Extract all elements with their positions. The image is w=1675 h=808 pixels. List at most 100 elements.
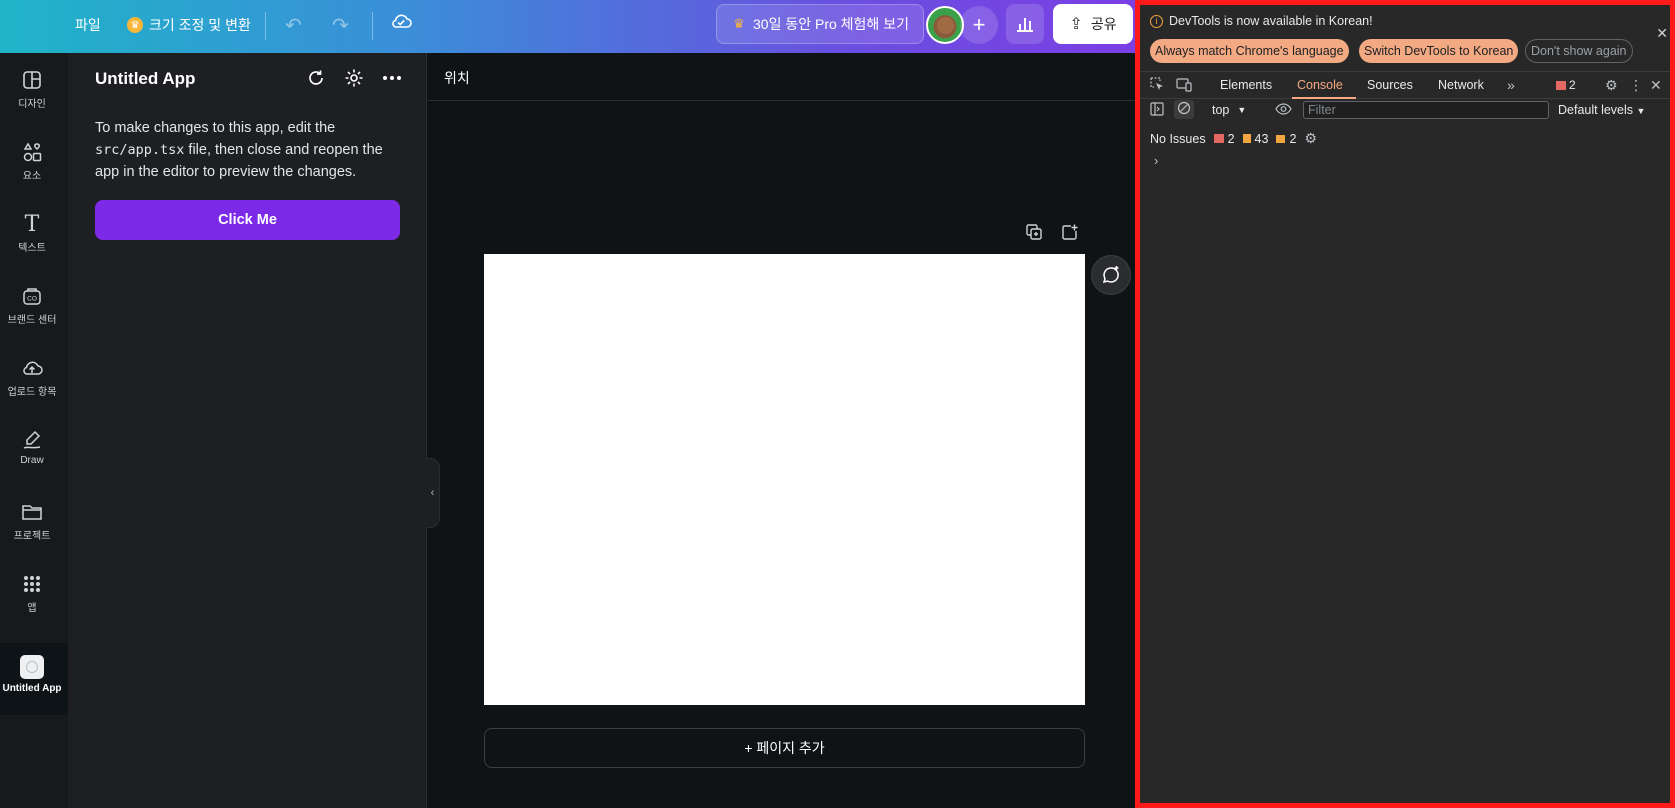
banner-text: DevTools is now available in Korean! [1169,14,1373,28]
resize-label: 크기 조정 및 변환 [149,17,251,33]
tab-sources[interactable]: Sources [1367,78,1413,92]
app-panel: Untitled App To make changes to this app… [68,53,427,808]
rail-item-label: 업로드 항목 [7,387,57,398]
language-banner: i DevTools is now available in Korean! [1150,14,1373,28]
pro-trial-button[interactable]: ♛ 30일 동안 Pro 체험해 보기 [716,4,924,44]
design-page[interactable] [484,254,1085,705]
console-prompt[interactable]: › [1154,153,1158,168]
svg-text:CO: CO [27,296,37,303]
avatar[interactable] [926,6,964,44]
add-page-button[interactable]: + 페이지 추가 [484,728,1085,768]
more-icon[interactable] [381,67,403,89]
share-label: 공유 [1090,16,1117,32]
rail-item-label: 디자인 [18,99,46,110]
menu-hamburger-icon[interactable] [22,14,44,36]
resize-button[interactable]: ♛ 크기 조정 및 변환 [127,15,251,35]
add-page-icon[interactable] [1061,223,1079,241]
devtools-panel: i DevTools is now available in Korean! ✕… [1135,0,1675,808]
switch-korean-button[interactable]: Switch DevTools to Korean [1359,39,1519,63]
divider [372,12,373,40]
rail-item-apps[interactable]: 앱 [0,573,64,614]
editor-topbar: 파일 ♛ 크기 조정 및 변환 ↶ ↷ ♛ 30일 동안 Pro 체험해 보기 … [0,0,1135,53]
device-toolbar-icon[interactable] [1176,77,1192,95]
tab-elements[interactable]: Elements [1220,78,1272,92]
upload-icon: ⇪ [1069,16,1083,33]
upload-icon [21,357,43,379]
close-devtools-icon[interactable]: ✕ [1650,77,1662,94]
kebab-menu-icon[interactable]: ⋮ [1629,77,1643,94]
issues-bar: No Issues 2 43 2 ⚙ [1150,130,1317,147]
gear-icon[interactable] [343,67,365,89]
issue-errors[interactable]: 2 [1213,132,1235,146]
info-icon: i [1150,14,1163,28]
context-select[interactable]: top ▼ [1212,103,1246,117]
error-count-badge[interactable]: 2 [1556,78,1576,92]
pro-trial-label: 30일 동안 Pro 체험해 보기 [753,16,909,32]
rail-item-label: Draw [20,455,44,466]
rail-item-elements[interactable]: 요소 [0,141,64,182]
gear-icon[interactable]: ⚙ [1605,77,1618,94]
page-tools [1025,223,1079,241]
tab-network[interactable]: Network [1438,78,1484,92]
close-icon[interactable]: ✕ [1656,25,1668,42]
crown-icon: ♛ [733,16,745,31]
devtools-tabbar: Elements Console Sources Network » 2 ⚙ ⋮… [1140,71,1670,99]
rail-item-draw[interactable]: Draw [0,429,64,466]
rail-item-design[interactable]: 디자인 [0,69,64,110]
filter-input[interactable] [1303,101,1549,119]
rail-item-brand[interactable]: CO 브랜드 센터 [0,285,64,326]
sidebar-toggle-icon[interactable] [1150,102,1164,119]
add-collaborator-button[interactable]: + [960,6,998,44]
design-icon [21,69,43,91]
rail-item-label: 브랜드 센터 [7,315,57,326]
file-menu[interactable]: 파일 [75,15,101,35]
undo-icon[interactable]: ↶ [285,13,302,38]
app-description: To make changes to this app, edit the sr… [95,120,383,180]
error-icon [1556,80,1566,90]
crown-icon: ♛ [127,17,143,33]
brand-icon: CO [21,285,43,307]
more-tabs-chevron-icon[interactable]: » [1507,77,1515,93]
issue-messages[interactable]: 2 [1276,132,1296,146]
rail-item-text[interactable]: T 텍스트 [0,211,64,255]
cloud-save-icon[interactable] [390,13,412,29]
log-levels-select[interactable]: Default levels ▼ [1558,103,1645,117]
file-path: src/app.tsx [95,142,185,158]
rail-item-label: 앱 [27,603,37,614]
dropdown-caret-icon: ▼ [1636,106,1646,116]
gear-icon[interactable]: ⚙ [1304,130,1317,147]
app-thumbnail-icon [20,655,44,679]
collapse-panel-chevron-icon[interactable]: ‹ [426,458,440,528]
elements-icon [21,141,43,163]
issues-label: No Issues [1150,131,1206,146]
clear-console-icon[interactable] [1174,100,1194,119]
draw-icon [21,429,43,451]
dont-show-again-button[interactable]: Don't show again [1525,39,1633,63]
dropdown-caret-icon: ▼ [1237,105,1247,115]
insights-chart-icon[interactable] [1006,4,1044,44]
text-icon: T [24,211,40,237]
click-me-button[interactable]: Click Me [95,200,400,240]
canvas-area: 위치 ‹ + 페이지 추가 [426,53,1135,808]
reload-icon[interactable] [305,67,327,89]
eye-icon[interactable] [1275,102,1292,118]
match-language-button[interactable]: Always match Chrome's language [1150,39,1349,63]
share-button[interactable]: ⇪ 공유 [1053,4,1133,44]
rail-item-uploads[interactable]: 업로드 항목 [0,357,64,398]
tab-console[interactable]: Console [1297,78,1343,92]
message-icon [1276,134,1286,143]
duplicate-page-icon[interactable] [1025,223,1043,241]
rail-item-projects[interactable]: 프로젝트 [0,501,64,542]
rail-item-untitled-app[interactable]: Untitled App [0,643,68,715]
inspect-element-icon[interactable] [1150,77,1165,95]
position-button[interactable]: 위치 [444,68,470,88]
rail-item-label: Untitled App [2,683,62,694]
console-toolbar: top ▼ Default levels ▼ [1140,99,1670,123]
redo-icon[interactable]: ↷ [332,13,349,38]
error-icon [1213,134,1224,143]
add-comment-icon[interactable] [1091,255,1131,295]
rail-item-label: 텍스트 [18,243,46,254]
panel-actions [305,67,403,89]
issue-warnings[interactable]: 43 [1242,132,1268,146]
rail-item-label: 프로젝트 [13,531,51,542]
